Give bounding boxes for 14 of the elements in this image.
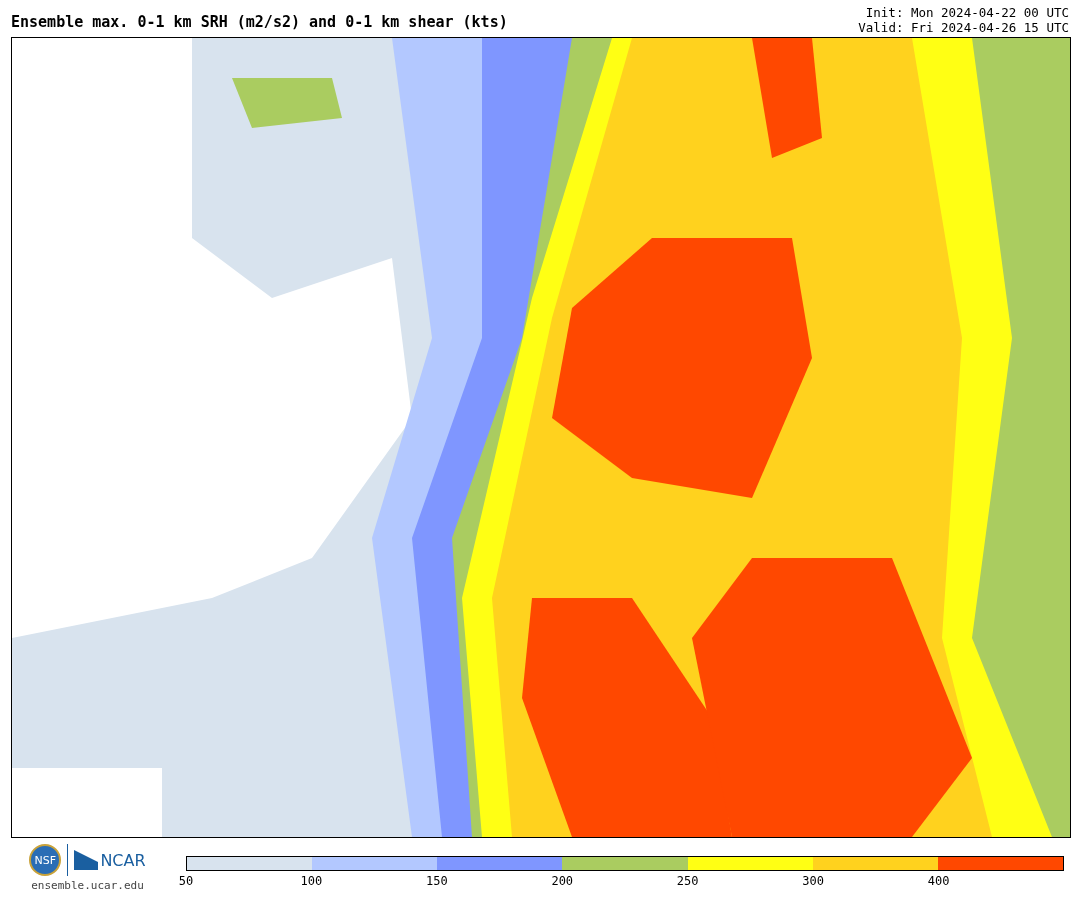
colorbar-label: 400 — [927, 874, 950, 888]
valid-time: Valid: Fri 2024-04-26 15 UTC — [858, 20, 1069, 35]
colorbar-label: 100 — [300, 874, 323, 888]
colorbar-label: 50 — [178, 874, 194, 888]
init-time: Init: Mon 2024-04-22 00 UTC — [864, 5, 1069, 20]
nsf-logo: NSF — [29, 844, 62, 876]
colorbar-label: 250 — [676, 874, 699, 888]
ncar-logo-icon — [74, 850, 99, 870]
ncar-logo-text: NCAR — [100, 850, 146, 870]
chart-title: Ensemble max. 0-1 km SRH (m2/s2) and 0-1 km shear (kts) — [11, 13, 508, 33]
colorbar-label: 150 — [426, 874, 448, 888]
colorbar-label: 200 — [551, 874, 574, 888]
site-url: ensemble.ucar.edu — [31, 879, 144, 892]
colorbar-label: 300 — [802, 874, 824, 888]
